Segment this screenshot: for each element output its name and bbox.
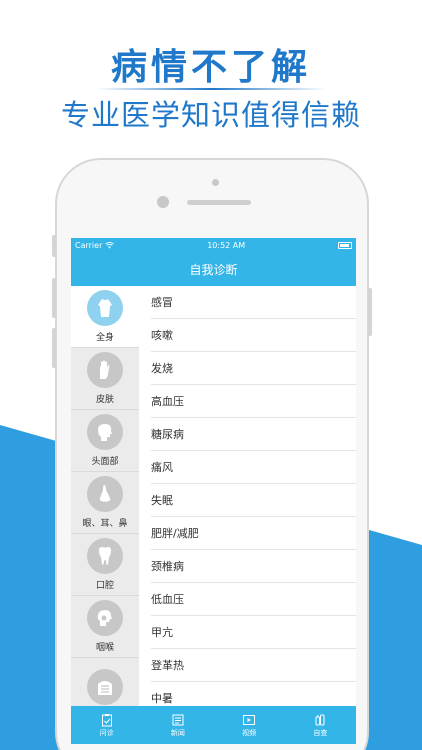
news-icon	[172, 714, 184, 725]
disease-item[interactable]: 低血压	[151, 583, 356, 616]
sidebar-item-label: 全身	[95, 333, 114, 343]
sidebar-item-oral[interactable]: 口腔	[71, 534, 139, 596]
sidebar-item-throat[interactable]: 咽喉	[71, 596, 139, 658]
disease-item[interactable]: 颈椎病	[151, 550, 356, 583]
promo-subtitle: 专业医学知识值得信赖	[60, 98, 361, 132]
status-bar: Carrier 10:52 AM	[71, 238, 356, 252]
disease-item[interactable]: 失眠	[151, 484, 356, 517]
disease-item[interactable]: 痛风	[151, 451, 356, 484]
sidebar-item-full-body[interactable]: 全身	[71, 286, 139, 348]
carrier-label: Carrier	[75, 240, 103, 250]
tab-label: 自查	[313, 728, 328, 737]
disease-list: 感冒 咳嗽 发烧 高血压 糖尿病 痛风 失眠 肥胖/减肥 颈椎病 低血压 甲亢 …	[139, 286, 356, 715]
body-part-sidebar: 全身 皮肤 头面部 眼、耳、鼻 口腔 咽喉	[71, 286, 139, 720]
app-screen: Carrier 10:52 AM 自我诊断 全身 皮肤 头面部 眼、耳、鼻 口腔…	[71, 238, 356, 744]
throat-icon	[87, 600, 123, 636]
sidebar-item-skin[interactable]: 皮肤	[71, 348, 139, 410]
sidebar-item-head-face[interactable]: 头面部	[71, 410, 139, 472]
phone-mute-switch	[52, 235, 56, 257]
self-check-icon	[315, 714, 325, 725]
phone-volume-down	[52, 328, 56, 368]
chest-icon	[87, 668, 123, 705]
disease-item[interactable]: 发烧	[151, 352, 356, 385]
tab-label: 新闻	[170, 728, 185, 737]
sidebar-item-label: 口腔	[95, 581, 114, 591]
tab-consult[interactable]: 问诊	[71, 706, 142, 744]
disease-item[interactable]: 肥胖/减肥	[151, 517, 356, 550]
tab-news[interactable]: 新闻	[142, 706, 213, 744]
disease-item[interactable]: 甲亢	[151, 616, 356, 649]
disease-item[interactable]: 糖尿病	[151, 418, 356, 451]
tooth-icon	[87, 538, 123, 574]
nose-icon	[87, 476, 123, 512]
phone-speaker	[187, 200, 251, 205]
nav-bar: 自我诊断	[71, 252, 356, 286]
sidebar-item-label: 皮肤	[95, 395, 114, 405]
disease-item[interactable]: 高血压	[151, 385, 356, 418]
promo-divider	[96, 88, 326, 90]
full-body-icon	[87, 290, 123, 326]
phone-volume-up	[52, 278, 56, 318]
disease-item[interactable]: 登革热	[151, 649, 356, 682]
sidebar-item-label: 咽喉	[95, 643, 114, 653]
nav-title: 自我诊断	[189, 262, 238, 277]
sidebar-item-eye-ear-nose[interactable]: 眼、耳、鼻	[71, 472, 139, 534]
disease-item[interactable]: 感冒	[151, 286, 356, 319]
video-icon	[243, 714, 256, 725]
wifi-icon	[105, 241, 115, 249]
sidebar-item-label: 头面部	[91, 457, 119, 467]
status-time: 10:52 AM	[207, 240, 246, 250]
tab-bar: 问诊 新闻 视频 自查	[71, 706, 356, 744]
tab-video[interactable]: 视频	[214, 706, 285, 744]
phone-power-button	[368, 288, 372, 336]
tab-label: 问诊	[99, 728, 114, 737]
battery-icon	[338, 241, 352, 249]
disease-item[interactable]: 咳嗽	[151, 319, 356, 352]
sidebar-item-label: 眼、耳、鼻	[82, 519, 128, 529]
promo-title: 病情不了解	[110, 47, 311, 88]
head-icon	[87, 414, 123, 450]
phone-camera	[157, 196, 169, 208]
phone-frame: Carrier 10:52 AM 自我诊断 全身 皮肤 头面部 眼、耳、鼻 口腔…	[52, 158, 372, 750]
hand-icon	[87, 352, 123, 388]
clipboard-icon	[101, 713, 112, 726]
tab-label: 视频	[242, 728, 257, 737]
tab-self-check[interactable]: 自查	[285, 706, 356, 744]
phone-sensor	[212, 179, 219, 186]
